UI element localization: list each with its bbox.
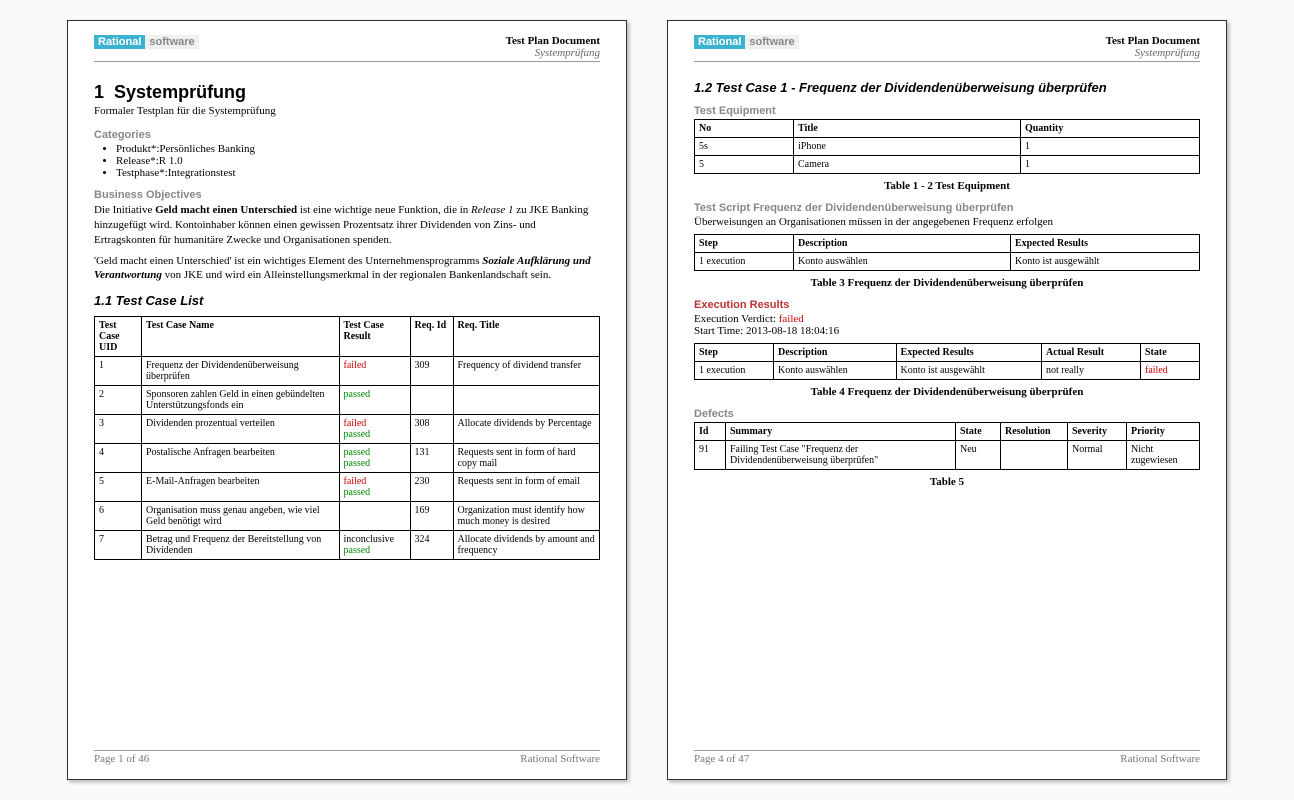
section-title: Systemprüfung bbox=[114, 82, 246, 102]
table-row: 6Organisation muss genau angeben, wie vi… bbox=[95, 502, 600, 531]
result-value: failed bbox=[344, 418, 406, 429]
footer-company: Rational Software bbox=[1120, 753, 1200, 765]
document-page-1: Rational software Test Plan Document Sys… bbox=[67, 20, 627, 780]
equipment-caption: Table 1 - 2 Test Equipment bbox=[694, 180, 1200, 192]
testscript-table: Step Description Expected Results 1 exec… bbox=[694, 234, 1200, 271]
table-row: 5siPhone1 bbox=[695, 138, 1200, 156]
section-number: 1 bbox=[94, 82, 104, 102]
exec-start-time: Start Time: 2013-08-18 18:04:16 bbox=[694, 325, 1200, 337]
testcase-table: Test Case UID Test Case Name Test Case R… bbox=[94, 316, 600, 560]
result-value: passed bbox=[344, 447, 406, 458]
table-row: 2Sponsoren zahlen Geld in einen gebündel… bbox=[95, 386, 600, 415]
result-value: passed bbox=[344, 487, 406, 498]
table-header-row: Step Description Expected Results Actual… bbox=[695, 344, 1200, 362]
table-row: 1 executionKonto auswählenKonto ist ausg… bbox=[695, 362, 1200, 380]
logo-badge: Rational bbox=[694, 35, 745, 49]
equipment-table: No Title Quantity 5siPhone15Camera1 bbox=[694, 119, 1200, 174]
table-row: 7Betrag und Frequenz der Bereitstellung … bbox=[95, 531, 600, 560]
table-row: 91Failing Test Case "Frequenz der Divide… bbox=[695, 441, 1200, 470]
logo-text: software bbox=[145, 35, 198, 49]
logo-badge: Rational bbox=[94, 35, 145, 49]
testscript-desc: Überweisungen an Organisationen müssen i… bbox=[694, 216, 1200, 228]
page-footer: Page 4 of 47 Rational Software bbox=[694, 750, 1200, 765]
testcase-list-heading: 1.1 Test Case List bbox=[94, 293, 600, 308]
page-header: Rational software Test Plan Document Sys… bbox=[694, 35, 1200, 62]
footer-page-number: Page 4 of 47 bbox=[694, 753, 749, 765]
doc-subtitle: Systemprüfung bbox=[1106, 47, 1200, 59]
testscript-caption: Table 3 Frequenz der Dividendenüberweisu… bbox=[694, 277, 1200, 289]
result-value: failed bbox=[344, 360, 406, 371]
result-value: passed bbox=[344, 389, 406, 400]
section-heading: 1 Systemprüfung bbox=[94, 82, 600, 103]
exec-verdict: failed bbox=[779, 313, 804, 325]
business-para-2: 'Geld macht einen Unterschied' ist ein w… bbox=[94, 254, 600, 284]
category-item: Release*:R 1.0 bbox=[116, 155, 600, 167]
result-value: passed bbox=[344, 545, 406, 556]
page-content: 1.2 Test Case 1 - Frequenz der Dividende… bbox=[694, 76, 1200, 750]
testcase-heading: 1.2 Test Case 1 - Frequenz der Dividende… bbox=[694, 80, 1200, 95]
table-header-row: Id Summary State Resolution Severity Pri… bbox=[695, 423, 1200, 441]
equipment-label: Test Equipment bbox=[694, 105, 1200, 117]
state-value: failed bbox=[1141, 362, 1200, 380]
page-header: Rational software Test Plan Document Sys… bbox=[94, 35, 600, 62]
table-row: 1Frequenz der Dividendenüberweisung über… bbox=[95, 357, 600, 386]
categories-label: Categories bbox=[94, 129, 600, 141]
section-subtitle: Formaler Testplan für die Systemprüfung bbox=[94, 105, 600, 117]
result-value: inconclusive bbox=[344, 534, 406, 545]
table-header-row: No Title Quantity bbox=[695, 120, 1200, 138]
logo-text: software bbox=[745, 35, 798, 49]
defects-label: Defects bbox=[694, 408, 1200, 420]
category-item: Testphase*:Integrationstest bbox=[116, 167, 600, 179]
header-right: Test Plan Document Systemprüfung bbox=[506, 35, 600, 59]
doc-title: Test Plan Document bbox=[1106, 35, 1200, 47]
table-row: 4Postalische Anfragen bearbeitenpassedpa… bbox=[95, 444, 600, 473]
defects-caption: Table 5 bbox=[694, 476, 1200, 488]
category-item: Produkt*:Persönliches Banking bbox=[116, 143, 600, 155]
table-row: 1 executionKonto auswählenKonto ist ausg… bbox=[695, 253, 1200, 271]
logo: Rational software bbox=[694, 35, 799, 49]
exec-results-label: Execution Results bbox=[694, 299, 1200, 311]
document-page-2: Rational software Test Plan Document Sys… bbox=[667, 20, 1227, 780]
exec-results-table: Step Description Expected Results Actual… bbox=[694, 343, 1200, 380]
header-right: Test Plan Document Systemprüfung bbox=[1106, 35, 1200, 59]
page-footer: Page 1 of 46 Rational Software bbox=[94, 750, 600, 765]
business-objectives-label: Business Objectives bbox=[94, 189, 600, 201]
business-para-1: Die Initiative Geld macht einen Untersch… bbox=[94, 203, 600, 248]
result-value: failed bbox=[344, 476, 406, 487]
footer-company: Rational Software bbox=[520, 753, 600, 765]
logo: Rational software bbox=[94, 35, 199, 49]
result-value: passed bbox=[344, 429, 406, 440]
exec-results-caption: Table 4 Frequenz der Dividendenüberweisu… bbox=[694, 386, 1200, 398]
footer-page-number: Page 1 of 46 bbox=[94, 753, 149, 765]
page-content: 1 Systemprüfung Formaler Testplan für di… bbox=[94, 76, 600, 750]
table-row: 3Dividenden prozentual verteilenfailedpa… bbox=[95, 415, 600, 444]
exec-verdict-line: Execution Verdict: failed bbox=[694, 313, 1200, 325]
doc-subtitle: Systemprüfung bbox=[506, 47, 600, 59]
doc-title: Test Plan Document bbox=[506, 35, 600, 47]
categories-list: Produkt*:Persönliches Banking Release*:R… bbox=[116, 143, 600, 179]
table-header-row: Test Case UID Test Case Name Test Case R… bbox=[95, 317, 600, 357]
table-header-row: Step Description Expected Results bbox=[695, 235, 1200, 253]
testscript-label: Test Script Frequenz der Dividendenüberw… bbox=[694, 202, 1200, 214]
table-row: 5E-Mail-Anfragen bearbeitenfailedpassed2… bbox=[95, 473, 600, 502]
table-row: 5Camera1 bbox=[695, 156, 1200, 174]
result-value: passed bbox=[344, 458, 406, 469]
defects-table: Id Summary State Resolution Severity Pri… bbox=[694, 422, 1200, 470]
